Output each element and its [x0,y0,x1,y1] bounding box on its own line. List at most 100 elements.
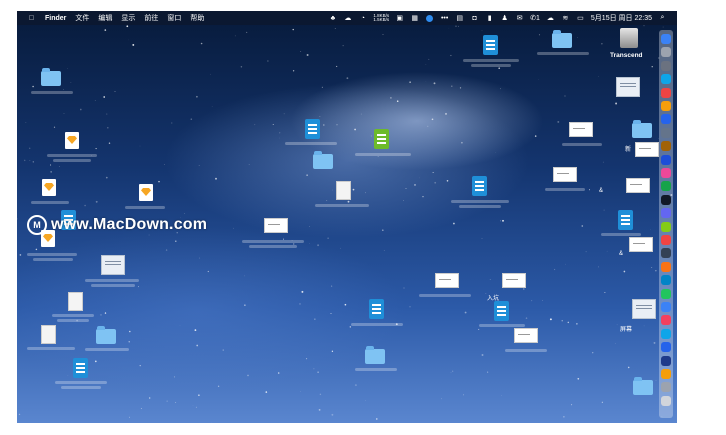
hard-drive-icon[interactable] [620,28,638,48]
dock-app-icon[interactable] [661,74,671,85]
chat-icon[interactable]: ✉ [515,14,524,23]
more-icon[interactable]: ••• [440,14,449,23]
thumbnail-icon[interactable] [553,167,577,182]
menu-view[interactable]: 显示 [121,13,135,23]
document-icon[interactable] [336,181,351,200]
qq-icon[interactable]: ♟ [500,14,509,23]
folder-icon[interactable] [552,30,572,48]
dock-app-icon[interactable] [661,208,671,219]
thumbnail-icon[interactable] [569,122,593,137]
dock-app-icon[interactable] [661,328,671,339]
dock-app-icon[interactable] [661,47,671,58]
dock-app-icon[interactable] [661,34,671,44]
star [18,413,21,416]
dock-app-icon[interactable] [661,221,671,232]
dock-app-icon[interactable] [661,60,671,71]
dock-app-icon[interactable] [661,248,671,259]
document-window-icon[interactable] [616,77,640,97]
folder-icon[interactable] [632,120,652,138]
dock-app-icon[interactable] [661,369,671,379]
cloud-icon[interactable]: ☁ [546,14,555,23]
star [346,77,349,80]
folder-icon[interactable] [365,346,385,364]
desktop[interactable]:  Finder 文件 编辑 显示 前往 窗口 帮助 ♣ ☁ ◔ 1.8KB/s… [17,11,677,423]
apple-icon[interactable]:  [27,14,36,23]
dock-app-icon[interactable] [661,141,671,152]
star [498,67,501,70]
spreadsheet-icon[interactable] [494,301,509,321]
spreadsheet-icon[interactable] [73,358,88,378]
dock-app-icon[interactable] [661,235,671,245]
star [198,394,200,396]
dock-app-icon[interactable] [661,302,671,312]
thumbnail-icon[interactable] [264,218,288,233]
spreadsheet-icon[interactable] [472,176,487,196]
star [531,300,533,302]
dock-app-icon[interactable] [661,101,671,111]
folder-icon[interactable] [41,68,61,86]
document-icon[interactable] [68,292,83,311]
wifi-icon[interactable]: ≋ [561,14,570,23]
folder-icon[interactable] [633,377,653,395]
calendar-icon[interactable]: ▤ [455,14,464,23]
dock-app-icon[interactable] [661,288,671,299]
document-window-icon[interactable] [632,299,656,319]
spreadsheet-icon[interactable] [369,299,384,319]
menu-finder[interactable]: Finder [45,15,66,22]
menu-help[interactable]: 帮助 [190,13,204,23]
battery-icon[interactable]: ▭ [576,14,585,23]
dock-app-icon[interactable] [661,127,671,138]
dock-app-icon[interactable] [661,355,671,366]
sketch-file-icon[interactable] [65,132,79,149]
thumbnail-icon[interactable] [629,237,653,252]
dock-app-icon[interactable] [661,181,671,192]
thumbnail-icon[interactable] [435,273,459,288]
blurred-label [27,253,77,256]
sketch-file-icon[interactable] [42,179,56,196]
menu-edit[interactable]: 编辑 [98,13,112,23]
bookmark-icon[interactable]: ▮ [485,14,494,23]
dock-app-icon[interactable] [661,194,671,205]
dock-app-icon[interactable] [661,261,671,272]
dock-app-icon[interactable] [661,275,671,286]
sketch-file-icon[interactable] [139,184,153,201]
dock-app-icon[interactable] [661,395,671,406]
dock-app-icon[interactable] [661,342,671,353]
spreadsheet-icon[interactable] [618,210,633,230]
folder-icon[interactable] [313,151,333,169]
document-window-icon[interactable] [101,255,125,275]
spreadsheet-icon[interactable] [305,119,320,139]
dock-app-icon[interactable] [661,87,671,98]
menu-window[interactable]: 窗口 [167,13,181,23]
dock-app-icon[interactable] [661,168,671,178]
dock-app-icon[interactable] [661,382,671,393]
thumbnail-icon[interactable] [635,142,659,157]
star [306,174,308,176]
wechat-icon[interactable]: ✆1 [530,14,540,22]
document-icon[interactable] [41,325,56,344]
thumbnail-icon[interactable] [626,178,650,193]
dock-app-icon[interactable] [661,315,671,326]
folder-icon[interactable] [96,326,116,344]
cloud-upload-icon[interactable]: ☁ [343,14,352,23]
broom-icon[interactable]: ♣ [328,14,337,23]
network-speed[interactable]: 1.8KB/s 1.5KB/s [373,13,389,23]
menu-go[interactable]: 前往 [144,13,158,23]
thumbnail-icon[interactable] [502,273,526,288]
box-icon[interactable]: ◘ [470,14,479,23]
green-spreadsheet-icon[interactable] [374,129,389,149]
star [217,385,220,387]
spreadsheet-icon[interactable] [483,35,498,55]
dock-app-icon[interactable] [661,114,671,125]
star [463,394,465,396]
grid-icon[interactable]: ▦ [410,14,419,23]
blue-dot-icon[interactable] [425,14,434,23]
dock-app-icon[interactable] [661,154,671,165]
menu-datetime[interactable]: 5月15日 周日 22:35 [591,13,652,23]
star [272,123,274,125]
gauge-icon[interactable]: ◔ [358,14,367,23]
cast-icon[interactable]: ▣ [395,14,404,23]
thumbnail-icon[interactable] [514,328,538,343]
menu-file[interactable]: 文件 [75,13,89,23]
search-icon[interactable]: ⌕ [658,14,667,23]
